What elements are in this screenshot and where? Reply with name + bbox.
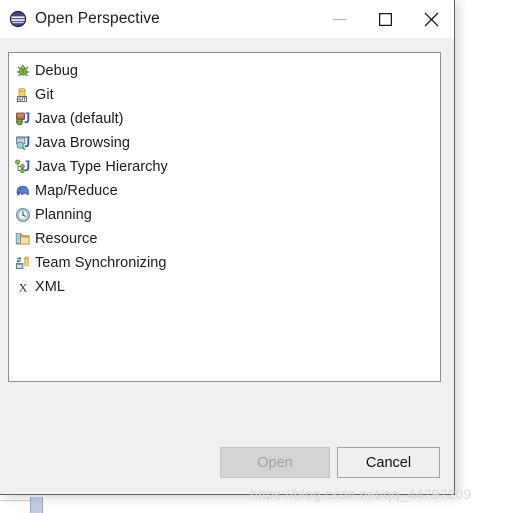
window-controls xyxy=(316,0,454,38)
list-item-label: Java (default) xyxy=(35,111,124,127)
dialog-button-bar: Open Cancel xyxy=(0,447,454,478)
open-perspective-dialog: Open Perspective Debug GIT Git Java (def… xyxy=(0,0,455,495)
list-item-java-type-hierarchy[interactable]: Java Type Hierarchy xyxy=(9,155,440,179)
list-item-label: Map/Reduce xyxy=(35,183,118,199)
java-perspective-icon xyxy=(14,110,32,128)
list-item-label: Java Browsing xyxy=(35,135,130,151)
cancel-button[interactable]: Cancel xyxy=(337,447,440,478)
list-item-label: Git xyxy=(35,87,54,103)
list-item-label: XML xyxy=(35,279,65,295)
dialog-title: Open Perspective xyxy=(35,10,160,27)
perspective-list-panel[interactable]: Debug GIT Git Java (default) Java Browsi… xyxy=(8,52,441,382)
team-sync-icon xyxy=(14,254,32,272)
bug-icon xyxy=(14,62,32,80)
eclipse-sphere-icon xyxy=(9,10,27,28)
xml-icon: X xyxy=(14,278,32,296)
list-item-planning[interactable]: Planning xyxy=(9,203,440,227)
list-item-debug[interactable]: Debug xyxy=(9,59,440,83)
close-button[interactable] xyxy=(408,0,454,38)
list-item-xml[interactable]: X XML xyxy=(9,275,440,299)
maximize-icon xyxy=(378,12,392,26)
svg-text:GIT: GIT xyxy=(18,97,26,102)
list-item-team-synchronizing[interactable]: Team Synchronizing xyxy=(9,251,440,275)
list-item-label: Resource xyxy=(35,231,98,247)
hadoop-elephant-icon xyxy=(14,182,32,200)
list-item-git[interactable]: GIT Git xyxy=(9,83,440,107)
list-item-java-browsing[interactable]: Java Browsing xyxy=(9,131,440,155)
maximize-button[interactable] xyxy=(362,0,408,38)
list-item-label: Java Type Hierarchy xyxy=(35,159,168,175)
git-repository-icon: GIT xyxy=(14,86,32,104)
minimize-button[interactable] xyxy=(316,0,362,38)
list-item-resource[interactable]: Resource xyxy=(9,227,440,251)
minimize-icon xyxy=(332,18,346,20)
list-item-label: Team Synchronizing xyxy=(35,255,167,271)
list-item-map-reduce[interactable]: Map/Reduce xyxy=(9,179,440,203)
clock-icon xyxy=(14,206,32,224)
list-item-label: Planning xyxy=(35,207,92,223)
java-browsing-icon xyxy=(14,134,32,152)
list-item-label: Debug xyxy=(35,63,78,79)
svg-text:X: X xyxy=(19,280,28,294)
perspective-list: Debug GIT Git Java (default) Java Browsi… xyxy=(9,53,440,299)
background-app-strip-left xyxy=(30,497,43,513)
open-button[interactable]: Open xyxy=(220,447,330,478)
list-item-java-default[interactable]: Java (default) xyxy=(9,107,440,131)
dialog-titlebar[interactable]: Open Perspective xyxy=(0,0,454,38)
java-type-hierarchy-icon xyxy=(14,158,32,176)
close-icon xyxy=(424,12,438,26)
folder-icon xyxy=(14,230,32,248)
